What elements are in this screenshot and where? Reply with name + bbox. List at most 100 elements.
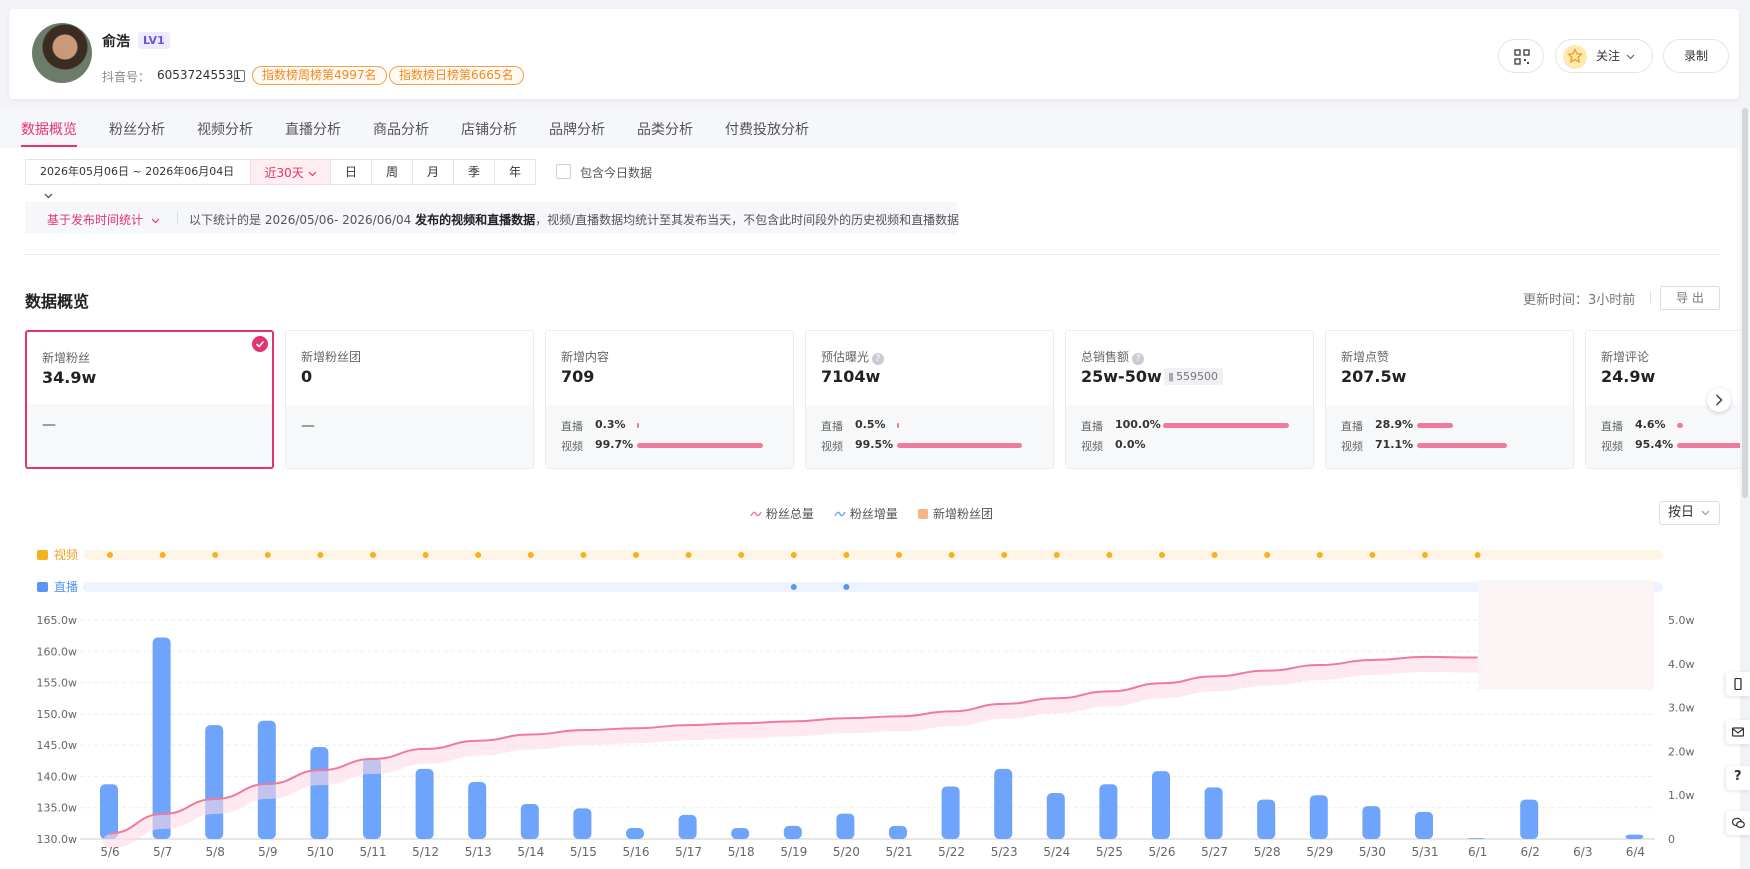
stat-mode-select[interactable]: 基于发布时间统计	[47, 211, 160, 228]
metric-card-new-fans[interactable]: 新增粉丝 34.9w —	[25, 330, 274, 469]
period-week-button[interactable]: 周	[371, 159, 413, 185]
cards-next-button[interactable]	[1707, 388, 1731, 412]
x-tick-label: 5/30	[1359, 845, 1386, 859]
tab-brand[interactable]: 品牌分析	[549, 119, 605, 139]
copy-icon[interactable]	[234, 70, 245, 82]
phone-icon	[1734, 678, 1742, 690]
y-right-tick-label: 4.0w	[1668, 658, 1695, 671]
wechat-button[interactable]	[1726, 811, 1750, 835]
metric-title-text: 预估曝光	[821, 350, 870, 364]
quick-range-select[interactable]: 近30天	[250, 159, 331, 185]
metric-card-new-likes[interactable]: 新增点赞 207.5w 直播 28.9% 视频 71.1%	[1325, 330, 1574, 469]
qr-code-button[interactable]	[1498, 39, 1544, 73]
video-publish-marker	[633, 552, 639, 558]
legend-fan-increase[interactable]: 粉丝增量	[834, 505, 898, 522]
tab-overview[interactable]: 数据概览	[21, 119, 77, 139]
x-tick-label: 5/21	[886, 845, 913, 859]
video-pct: 99.5%	[855, 438, 894, 451]
live-pct: 4.6%	[1635, 418, 1666, 431]
y-left-tick-label: 130.0w	[37, 833, 78, 846]
video-publish-marker	[1474, 552, 1481, 558]
video-publish-marker	[896, 552, 902, 558]
legend-fan-total[interactable]: 粉丝总量	[750, 505, 814, 522]
fans-chart: 视频直播 165.0w 160.0w 155.0w 150.0w 145.0w 140.0w…	[37, 547, 1695, 859]
douyin-id: 60537245531	[157, 68, 241, 82]
period-month-button[interactable]: 月	[412, 159, 454, 185]
video-publish-marker	[1211, 552, 1218, 558]
tab-paid-ads[interactable]: 付费投放分析	[725, 119, 809, 139]
fan-increase-bar	[1362, 806, 1381, 839]
metric-value: 24.9w	[1601, 367, 1656, 386]
video-label: 视频	[821, 440, 843, 453]
include-today-checkbox[interactable]	[556, 164, 571, 179]
live-label: 直播	[561, 420, 583, 433]
video-share-bar	[637, 443, 763, 448]
x-tick-label: 5/8	[206, 845, 225, 859]
record-button[interactable]: 录制	[1663, 39, 1729, 73]
metric-card-exposure[interactable]: 预估曝光? 7104w 直播 0.5% 视频 99.5%	[805, 330, 1054, 469]
live-share-row: 直播 100.0%	[1081, 418, 1161, 434]
period-year-button[interactable]: 年	[494, 159, 536, 185]
date-range-picker[interactable]: 2026年05月06日 ~ 2026年06月04日	[25, 159, 250, 199]
tab-live[interactable]: 直播分析	[285, 119, 341, 139]
x-tick-label: 5/15	[570, 845, 597, 859]
x-tick-label: 5/22	[938, 845, 965, 859]
video-share-row: 视频 71.1%	[1341, 438, 1413, 454]
metric-card-total-sales[interactable]: 总销售额? 25w-50w ▮ 559500 直播 100.0% 视频 0.0%	[1065, 330, 1314, 469]
help-icon[interactable]: ?	[872, 353, 885, 365]
tab-video[interactable]: 视频分析	[197, 119, 253, 139]
legend-new-fan-group[interactable]: 新增粉丝团	[918, 505, 993, 522]
live-share-bar	[637, 423, 639, 428]
video-publish-marker	[264, 552, 271, 558]
export-button[interactable]: 导 出	[1660, 286, 1720, 310]
fan-increase-bar	[836, 813, 855, 839]
period-day-button[interactable]: 日	[330, 159, 372, 185]
sales-exact-badge: ▮ 559500	[1164, 368, 1224, 385]
metric-card-new-fan-group[interactable]: 新增粉丝团 0 —	[285, 330, 534, 469]
metric-breakdown: 直播 4.6% 视频 95.4%	[1586, 405, 1740, 468]
help-icon[interactable]: ?	[1132, 353, 1145, 365]
help-button[interactable]: ?	[1726, 766, 1750, 790]
metric-title: 新增粉丝团	[301, 350, 362, 364]
tab-category[interactable]: 品类分析	[637, 119, 693, 139]
mail-icon	[1732, 727, 1744, 737]
live-share-bar	[1677, 423, 1683, 428]
metric-title: 总销售额?	[1081, 348, 1145, 365]
granularity-select[interactable]: 按日	[1659, 501, 1720, 525]
question-icon: ?	[1734, 769, 1742, 784]
x-tick-label: 5/19	[780, 845, 807, 859]
x-tick-label: 5/6	[100, 845, 119, 859]
daily-rank-badge[interactable]: 指数榜日榜第6665名	[389, 66, 524, 85]
live-pct: 100.0%	[1115, 418, 1161, 431]
line-legend-icon	[834, 511, 846, 517]
period-quarter-button[interactable]: 季	[453, 159, 495, 185]
follow-button[interactable]: 关注	[1555, 39, 1653, 73]
video-label: 视频	[1601, 440, 1623, 453]
tab-product[interactable]: 商品分析	[373, 119, 429, 139]
scrollbar[interactable]	[1742, 108, 1748, 498]
stat-mode-label: 基于发布时间统计	[47, 213, 144, 227]
x-tick-label: 6/2	[1521, 845, 1540, 859]
metric-title: 新增内容	[561, 350, 610, 364]
metric-title: 新增粉丝	[42, 351, 91, 365]
sales-exact-value: 559500	[1176, 370, 1219, 383]
fan-increase-bar	[1309, 795, 1328, 839]
avatar[interactable]	[32, 23, 92, 83]
x-tick-label: 5/16	[623, 845, 650, 859]
live-share-bar	[1163, 423, 1289, 428]
live-share-row: 直播 28.9%	[1341, 418, 1413, 434]
fan-increase-bar	[1625, 834, 1644, 839]
notice-prefix: 以下统计的是 2026/05/06- 2026/06/04	[189, 213, 416, 227]
live-share-bar	[897, 423, 899, 428]
fan-increase-bar	[1046, 793, 1065, 839]
metric-card-new-content[interactable]: 新增内容 709 直播 0.3% 视频 99.7%	[545, 330, 794, 469]
live-share-row: 直播 4.6%	[1601, 418, 1666, 434]
x-tick-label: 6/3	[1573, 845, 1592, 859]
metric-breakdown: 直播 0.3% 视频 99.7%	[546, 405, 793, 468]
tab-fans[interactable]: 粉丝分析	[109, 119, 165, 139]
message-button[interactable]	[1726, 720, 1750, 744]
tab-store[interactable]: 店铺分析	[461, 119, 517, 139]
video-pct: 0.0%	[1115, 438, 1146, 451]
mobile-view-button[interactable]	[1726, 672, 1750, 696]
weekly-rank-badge[interactable]: 指数榜周榜第4997名	[252, 66, 387, 85]
